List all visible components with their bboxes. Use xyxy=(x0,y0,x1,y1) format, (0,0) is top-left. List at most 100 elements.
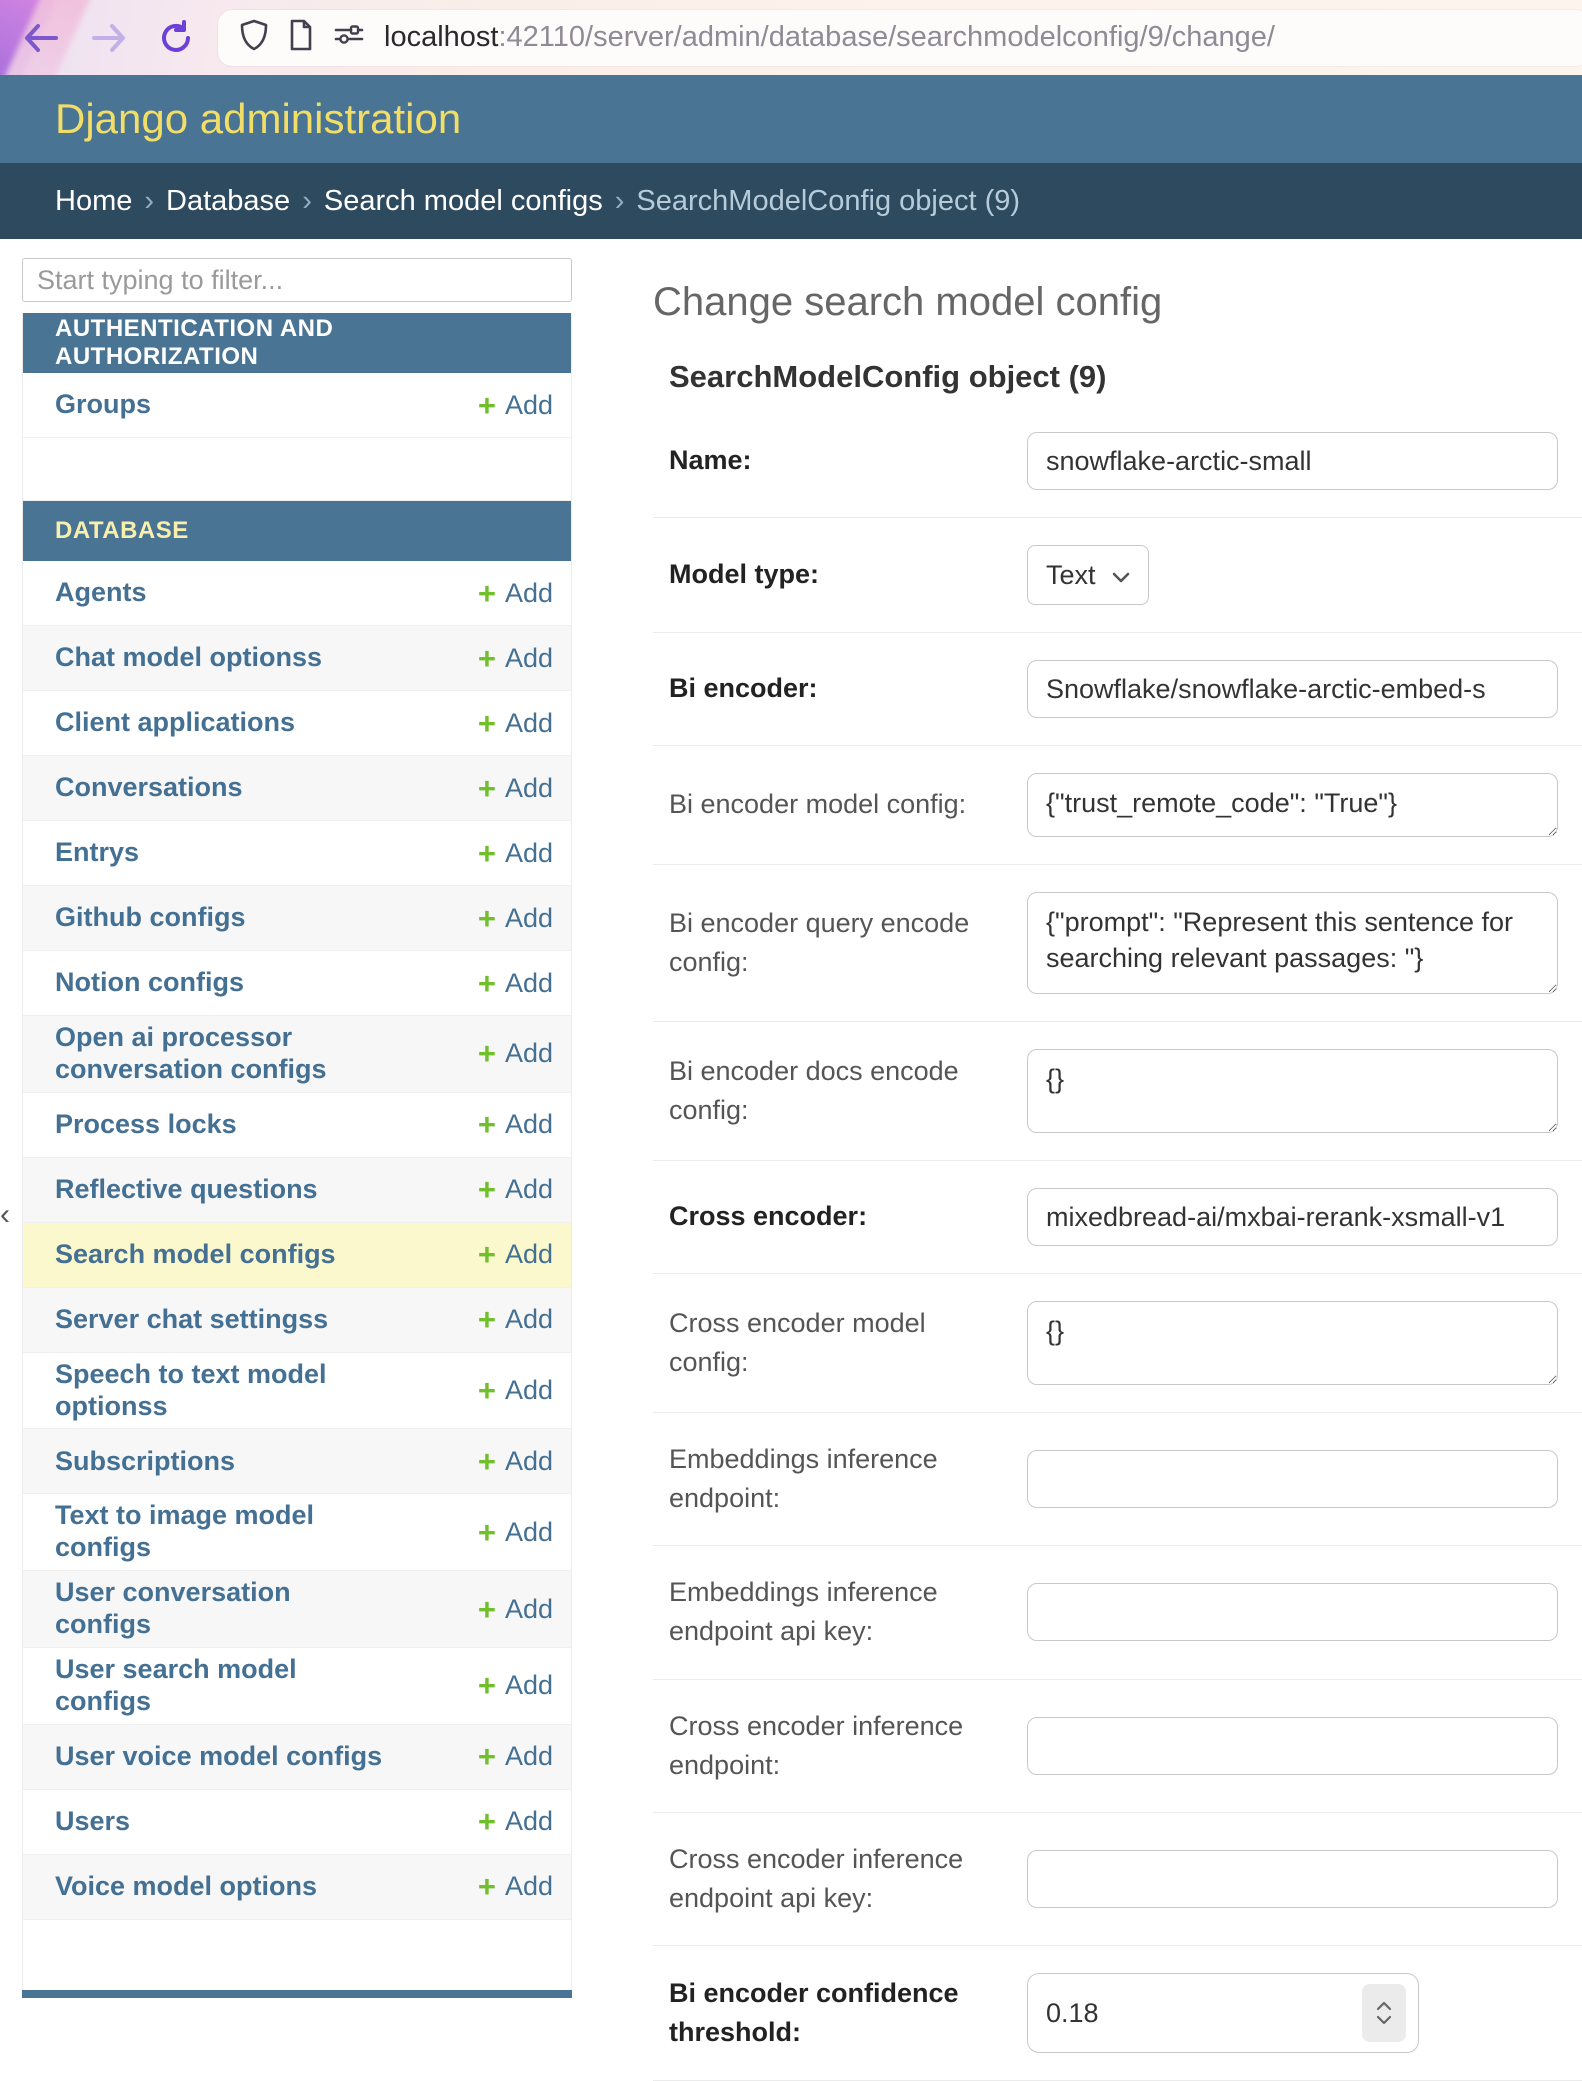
cross-encoder-inference-endpoint-input[interactable] xyxy=(1027,1717,1558,1775)
sidebar-item-text-to-image-model-configs[interactable]: Text to image model configs +Add xyxy=(23,1494,571,1571)
sidebar-item-server-chat-settingss[interactable]: Server chat settingss +Add xyxy=(23,1288,571,1353)
add-link[interactable]: +Add xyxy=(478,578,553,609)
add-groups-link[interactable]: + Add xyxy=(478,390,553,421)
plus-icon: + xyxy=(478,578,496,609)
sidebar-item-label[interactable]: Reflective questions xyxy=(55,1174,318,1206)
add-link[interactable]: +Add xyxy=(478,1239,553,1270)
sidebar-item-users[interactable]: Users +Add xyxy=(23,1790,571,1855)
add-link[interactable]: +Add xyxy=(478,1806,553,1837)
back-button[interactable] xyxy=(22,22,60,54)
sidebar-item-user-search-model-configs[interactable]: User search model configs +Add xyxy=(23,1648,571,1725)
url-bar[interactable]: localhost:42110/server/admin/database/se… xyxy=(218,10,1582,66)
sidebar-item-label[interactable]: Chat model optionss xyxy=(55,642,322,674)
bi-encoder-docs-encode-config-label: Bi encoder docs encode config: xyxy=(669,1052,1027,1130)
add-link[interactable]: +Add xyxy=(478,1174,553,1205)
add-link[interactable]: +Add xyxy=(478,968,553,999)
sidebar-item-label[interactable]: Text to image model configs xyxy=(55,1500,385,1564)
permissions-icon[interactable] xyxy=(334,23,364,52)
sidebar-item-label[interactable]: User conversation configs xyxy=(55,1577,385,1641)
bi-encoder-query-encode-config-textarea[interactable]: {"prompt": "Represent this sentence for … xyxy=(1027,892,1558,994)
sidebar-item-client-applications[interactable]: Client applications +Add xyxy=(23,691,571,756)
sidebar-item-search-model-configs[interactable]: Search model configs +Add xyxy=(23,1223,571,1288)
add-link[interactable]: +Add xyxy=(478,1871,553,1902)
bi-encoder-query-encode-config-label: Bi encoder query encode config: xyxy=(669,904,1027,982)
cross-encoder-model-config-textarea[interactable]: {} xyxy=(1027,1301,1558,1385)
name-input[interactable] xyxy=(1027,432,1558,490)
forward-button[interactable] xyxy=(90,22,128,54)
plus-icon: + xyxy=(478,1304,496,1335)
sidebar-item-speech-to-text-model-optionss[interactable]: Speech to text model optionss +Add xyxy=(23,1353,571,1430)
shield-icon[interactable] xyxy=(240,19,268,56)
add-link[interactable]: +Add xyxy=(478,1594,553,1625)
sidebar-item-notion-configs[interactable]: Notion configs +Add xyxy=(23,951,571,1016)
add-link[interactable]: +Add xyxy=(478,1375,553,1406)
bi-encoder-docs-encode-config-textarea[interactable]: {} xyxy=(1027,1049,1558,1133)
sidebar-item-voice-model-options[interactable]: Voice model options +Add xyxy=(23,1855,571,1920)
number-spinner[interactable] xyxy=(1362,1984,1406,2042)
bi-encoder-model-config-textarea[interactable]: {"trust_remote_code": "True"} xyxy=(1027,773,1558,837)
add-link[interactable]: +Add xyxy=(478,903,553,934)
sidebar-item-label[interactable]: Voice model options xyxy=(55,1871,317,1903)
sidebar-item-label[interactable]: Entrys xyxy=(55,837,139,869)
url-host: localhost xyxy=(384,21,498,53)
add-link[interactable]: +Add xyxy=(478,1109,553,1140)
page-info-icon[interactable] xyxy=(288,19,314,56)
cross-encoder-inference-endpoint-api-key-input[interactable] xyxy=(1027,1850,1558,1908)
sidebar-item-label[interactable]: Speech to text model optionss xyxy=(55,1359,385,1423)
add-link[interactable]: +Add xyxy=(478,1304,553,1335)
sidebar-item-chat-model-optionss[interactable]: Chat model optionss +Add xyxy=(23,626,571,691)
add-link[interactable]: +Add xyxy=(478,1446,553,1477)
sidebar-item-conversations[interactable]: Conversations +Add xyxy=(23,756,571,821)
refresh-button[interactable] xyxy=(158,20,194,56)
sidebar-item-label[interactable]: Notion configs xyxy=(55,967,244,999)
sidebar-item-github-configs[interactable]: Github configs +Add xyxy=(23,886,571,951)
sidebar-item-label[interactable]: Users xyxy=(55,1806,130,1838)
model-type-select[interactable]: Text xyxy=(1027,545,1149,605)
add-label: Add xyxy=(505,1038,553,1069)
embeddings-inference-endpoint-api-key-input[interactable] xyxy=(1027,1583,1558,1641)
sidebar-item-user-voice-model-configs[interactable]: User voice model configs +Add xyxy=(23,1725,571,1790)
breadcrumb: Home › Database › Search model configs ›… xyxy=(0,163,1582,239)
sidebar-item-process-locks[interactable]: Process locks +Add xyxy=(23,1093,571,1158)
embeddings-inference-endpoint-input[interactable] xyxy=(1027,1450,1558,1508)
name-label: Name: xyxy=(669,441,1027,480)
add-link[interactable]: +Add xyxy=(478,708,553,739)
add-link[interactable]: +Add xyxy=(478,773,553,804)
sidebar-item-label[interactable]: Search model configs xyxy=(55,1239,336,1271)
bi-encoder-input[interactable] xyxy=(1027,660,1558,718)
sidebar-item-label[interactable]: User voice model configs xyxy=(55,1741,382,1773)
sidebar-item-label[interactable]: User search model configs xyxy=(55,1654,385,1718)
sidebar-item-groups[interactable]: Groups + Add xyxy=(23,373,571,438)
sidebar-item-user-conversation-configs[interactable]: User conversation configs +Add xyxy=(23,1571,571,1648)
url-text[interactable]: localhost:42110/server/admin/database/se… xyxy=(384,21,1275,54)
sidebar-item-label[interactable]: Process locks xyxy=(55,1109,237,1141)
sidebar-item-label[interactable]: Client applications xyxy=(55,707,295,739)
breadcrumb-database[interactable]: Database xyxy=(166,185,290,218)
cross-encoder-input[interactable] xyxy=(1027,1188,1558,1246)
sidebar-item-label[interactable]: Conversations xyxy=(55,772,243,804)
site-title[interactable]: Django administration xyxy=(55,95,461,143)
sidebar-item-label[interactable]: Subscriptions xyxy=(55,1446,235,1478)
sidebar-item-label[interactable]: Github configs xyxy=(55,902,245,934)
sidebar-item-entrys[interactable]: Entrys +Add xyxy=(23,821,571,886)
add-label: Add xyxy=(505,838,553,869)
sidebar-item-subscriptions[interactable]: Subscriptions +Add xyxy=(23,1429,571,1494)
add-link[interactable]: +Add xyxy=(478,1741,553,1772)
sidebar-item-label[interactable]: Groups xyxy=(55,389,151,421)
breadcrumb-home[interactable]: Home xyxy=(55,185,132,218)
sidebar-item-label[interactable]: Server chat settingss xyxy=(55,1304,328,1336)
breadcrumb-search-model-configs[interactable]: Search model configs xyxy=(324,185,603,218)
add-link[interactable]: +Add xyxy=(478,838,553,869)
sidebar-item-label[interactable]: Agents xyxy=(55,577,147,609)
sidebar-filter-input[interactable] xyxy=(22,258,572,302)
add-link[interactable]: +Add xyxy=(478,1517,553,1548)
add-link[interactable]: +Add xyxy=(478,1670,553,1701)
add-link[interactable]: +Add xyxy=(478,643,553,674)
add-link[interactable]: +Add xyxy=(478,1038,553,1069)
bi-encoder-confidence-threshold-input[interactable]: 0.18 xyxy=(1027,1973,1419,2053)
sidebar-item-reflective-questions[interactable]: Reflective questions +Add xyxy=(23,1158,571,1223)
sidebar-item-label[interactable]: Open ai processor conversation configs xyxy=(55,1022,385,1086)
sidebar-collapse-toggle[interactable]: ‹ xyxy=(0,1200,10,1230)
sidebar-item-open-ai-processor-conversation-configs[interactable]: Open ai processor conversation configs +… xyxy=(23,1016,571,1093)
sidebar-item-agents[interactable]: Agents +Add xyxy=(23,561,571,626)
